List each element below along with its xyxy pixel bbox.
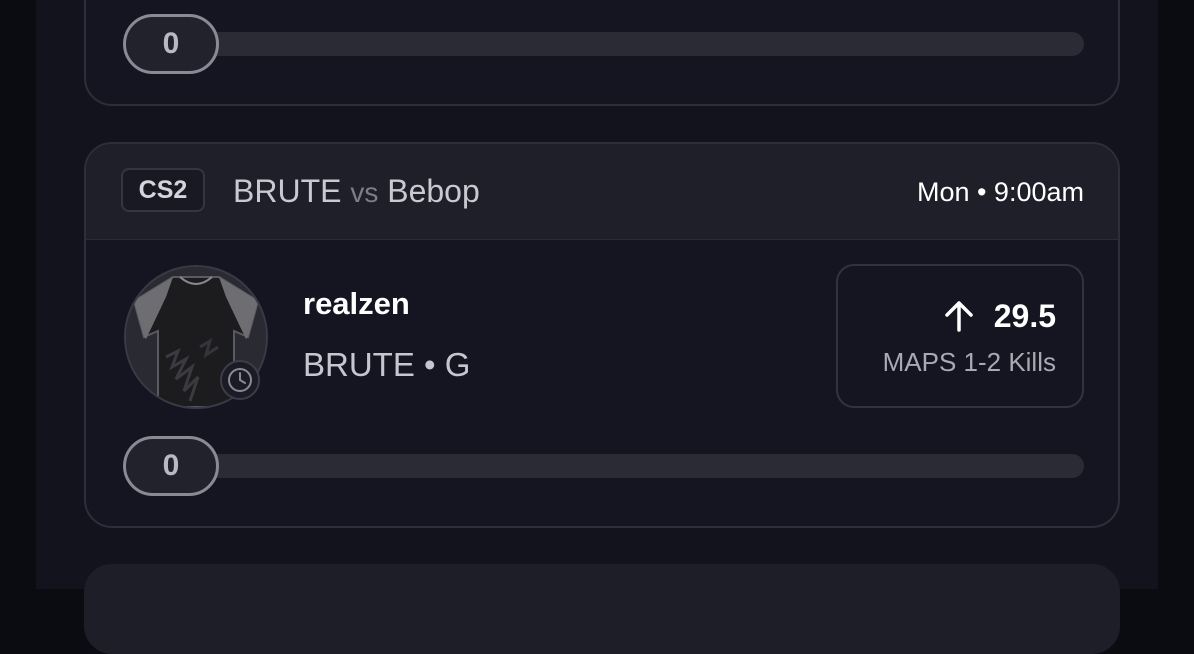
arrow-up-icon [944, 301, 973, 332]
clock-icon [220, 360, 260, 400]
team-home: BRUTE [233, 173, 342, 209]
matchup-title: BRUTE vs Bebop [233, 171, 480, 213]
player-name: realzen [303, 286, 410, 321]
previous-prop-card[interactable]: 0 [84, 0, 1120, 106]
game-badge: CS2 [121, 168, 205, 212]
progress-count-pill: 0 [123, 14, 219, 74]
progress-track [183, 454, 1084, 478]
projection-line: 29.5 [942, 296, 1056, 336]
stat-type-label: MAPS 1-2 Kills [882, 347, 1056, 377]
vs-label: vs [350, 177, 379, 208]
team-away: Bebop [387, 173, 480, 209]
player-team-position: BRUTE • G [303, 346, 471, 383]
progress-track [183, 32, 1084, 56]
match-header: CS2 BRUTE vs Bebop Mon • 9:00am [86, 144, 1118, 240]
progress-tracker: 0 [123, 436, 1084, 496]
player-prop-card[interactable]: CS2 BRUTE vs Bebop Mon • 9:00am realzen … [84, 142, 1120, 528]
progress-tracker: 0 [123, 14, 1084, 74]
next-prop-card[interactable] [84, 564, 1120, 654]
projection-value: 29.5 [993, 298, 1056, 334]
progress-count-pill: 0 [123, 436, 219, 496]
match-time: Mon • 9:00am [916, 177, 1084, 207]
projection-box[interactable]: 29.5 MAPS 1-2 Kills [836, 264, 1084, 408]
